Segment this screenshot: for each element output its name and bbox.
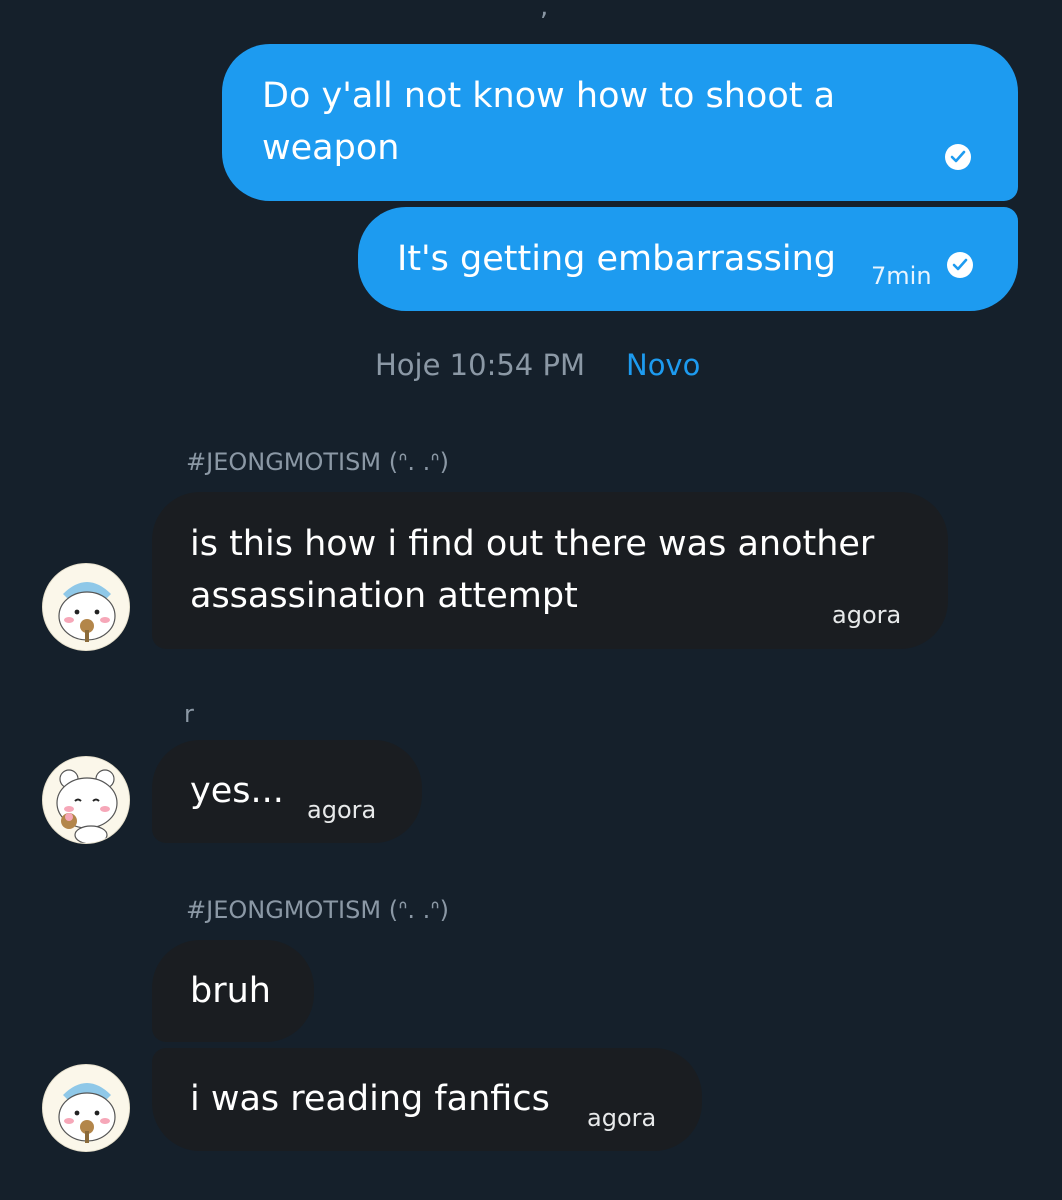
incoming-message[interactable]: is this how i find out there was another… <box>152 492 948 649</box>
chiikawa-avatar[interactable] <box>42 756 130 844</box>
message-text: yes... <box>190 771 284 811</box>
message-text: It's getting embarrassing <box>397 239 836 279</box>
incoming-message[interactable]: i was reading fanfics agora <box>152 1048 702 1151</box>
date-divider-timestamp: Hoje 10:54 PM <box>375 348 585 382</box>
message-timestamp: agora <box>587 1104 657 1132</box>
message-text-line: assassination attempt <box>190 576 578 616</box>
hachiware-avatar[interactable] <box>42 563 130 651</box>
message-timestamp: agora <box>307 796 377 824</box>
message-text: bruh <box>190 971 271 1011</box>
read-check-icon <box>945 144 971 170</box>
new-messages-label: Novo <box>626 348 701 382</box>
message-text-line: weapon <box>262 128 400 168</box>
message-text: i was reading fanfics <box>190 1079 550 1119</box>
outgoing-message[interactable]: It's getting embarrassing 7min <box>358 207 1018 311</box>
cropped-text-fragment: , <box>540 0 549 22</box>
message-timestamp: 7min <box>871 262 932 290</box>
sender-name[interactable]: #JEONGMOTISM (ᐢ. .ᐢ) <box>186 448 449 476</box>
hachiware-avatar[interactable] <box>42 1064 130 1152</box>
message-text-line: Do y'all not know how to shoot a <box>262 76 836 116</box>
outgoing-message[interactable]: Do y'all not know how to shoot a weapon <box>222 44 1018 201</box>
read-check-icon <box>947 252 973 278</box>
sender-name[interactable]: #JEONGMOTISM (ᐢ. .ᐢ) <box>186 896 449 924</box>
sender-name[interactable]: r <box>184 700 194 728</box>
incoming-message[interactable]: bruh <box>152 940 314 1042</box>
incoming-message[interactable]: yes... agora <box>152 740 422 843</box>
message-timestamp: agora <box>832 601 902 629</box>
message-text-line: is this how i find out there was another <box>190 524 875 564</box>
